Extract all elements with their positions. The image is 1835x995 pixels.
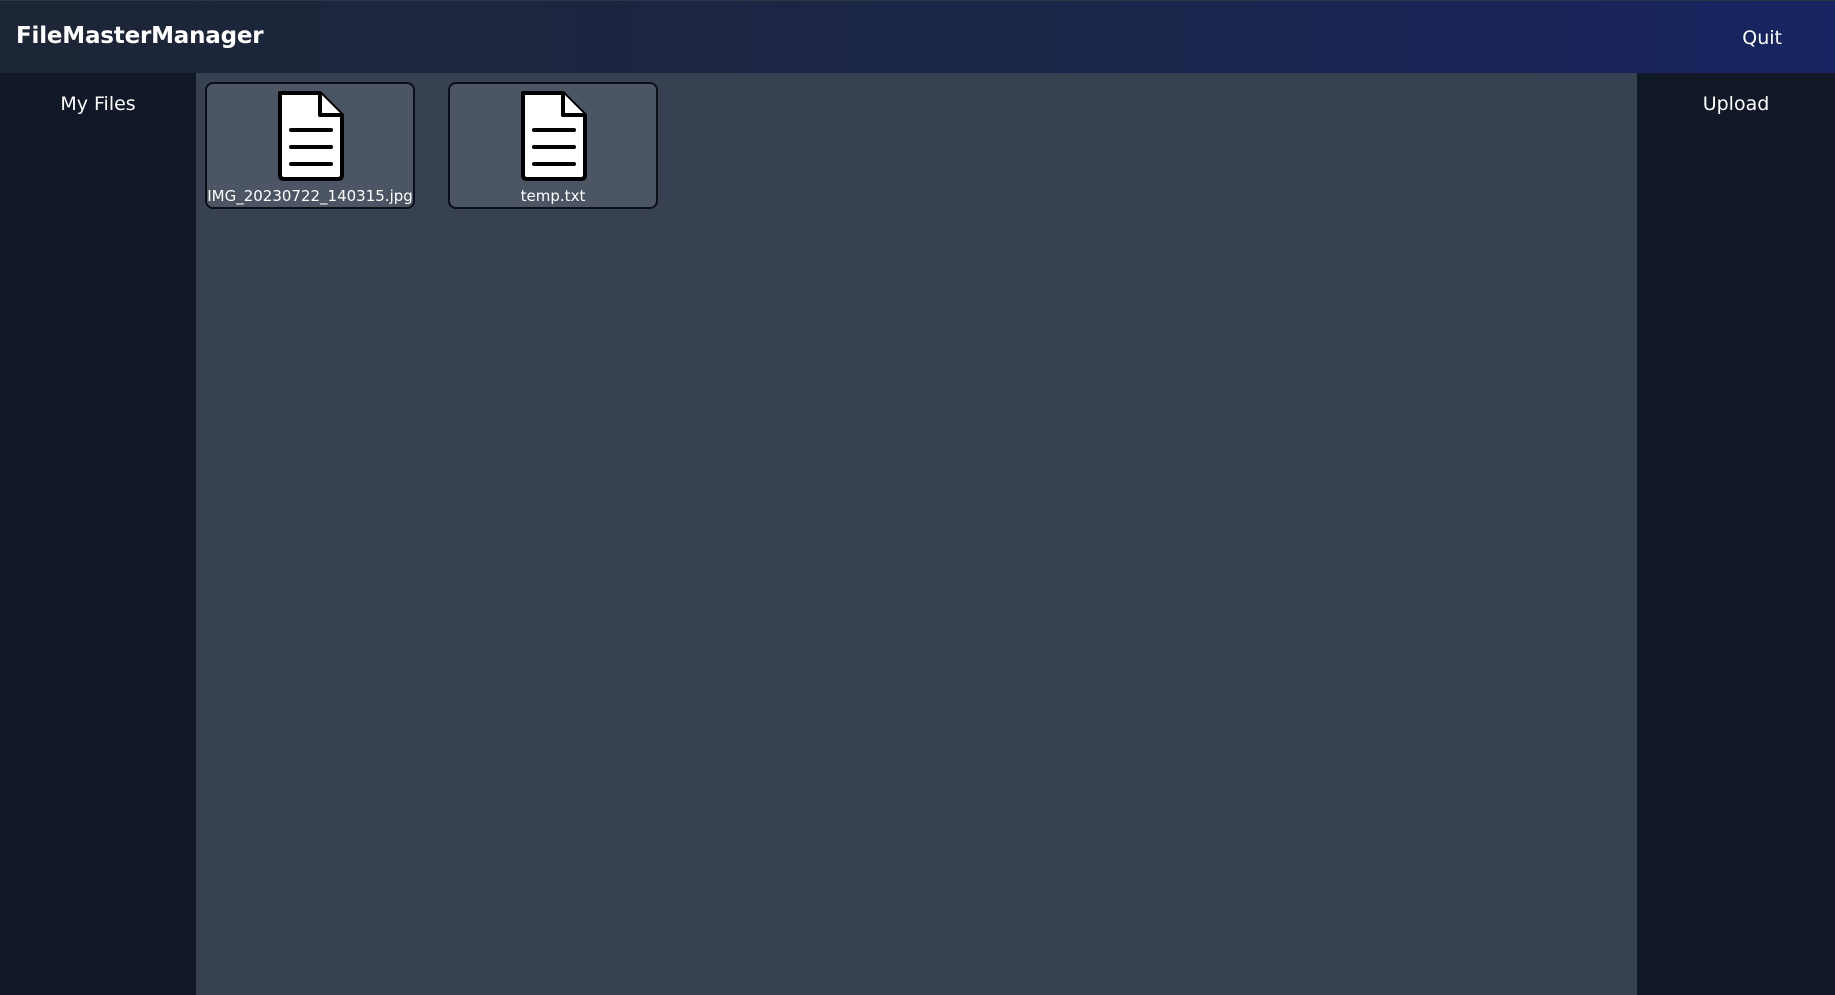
sidebar-item-my-files[interactable]: My Files [0,93,196,115]
file-grid: IMG_20230722_140315.jpg temp.txt [196,73,1637,995]
quit-button[interactable]: Quit [1742,27,1782,49]
file-name: temp.txt [520,187,586,205]
document-icon [521,91,587,181]
file-card[interactable]: IMG_20230722_140315.jpg [205,82,415,209]
left-sidebar: My Files [0,73,196,995]
right-panel: Upload [1637,73,1835,995]
header-bar: FileMasterManager Quit [0,0,1835,73]
upload-button[interactable]: Upload [1637,93,1835,115]
app-window: FileMasterManager Quit My Files IMG_2023… [0,0,1835,995]
file-card[interactable]: temp.txt [448,82,658,209]
document-icon [278,91,344,181]
file-name: IMG_20230722_140315.jpg [207,187,413,205]
app-title: FileMasterManager [16,23,264,49]
